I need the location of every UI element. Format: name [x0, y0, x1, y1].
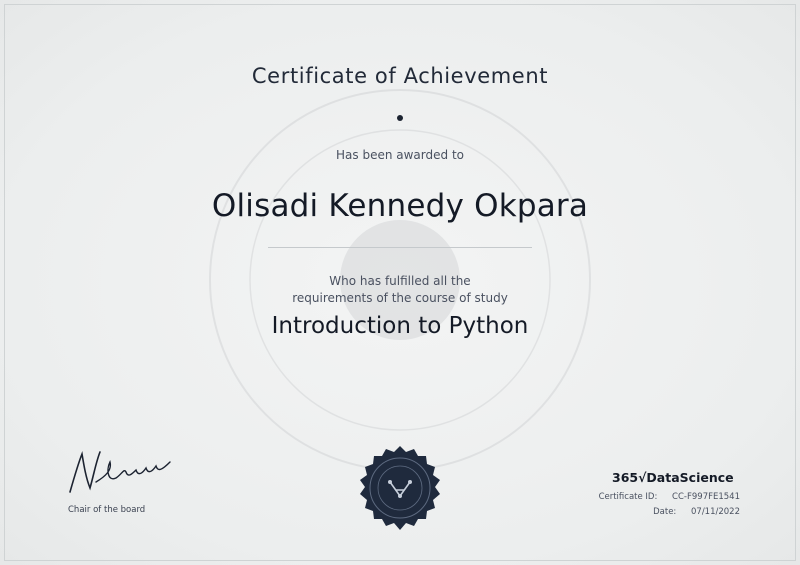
date-row: Date: 07/11/2022 — [590, 507, 740, 517]
certificate-id-value: CC-F997FE1541 — [672, 492, 740, 502]
certificate-page: Certificate of Achievement Has been awar… — [0, 0, 800, 565]
title-dot-icon — [397, 115, 403, 121]
awarded-text: Has been awarded to — [336, 148, 464, 162]
issuer-logo: 365√DataScience — [612, 470, 734, 485]
date-label: Date: — [653, 507, 677, 517]
certificate-title: Certificate of Achievement — [251, 64, 549, 88]
seal-icon — [360, 446, 440, 530]
recipient-name: Olisadi Kennedy Okpara — [211, 188, 589, 224]
date-value: 07/11/2022 — [691, 507, 740, 517]
certificate-id-row: Certificate ID: CC-F997FE1541 — [590, 492, 740, 502]
certificate-id-label: Certificate ID: — [598, 492, 658, 502]
course-name: Introduction to Python — [271, 313, 529, 339]
name-divider — [268, 247, 532, 248]
signature-icon — [69, 451, 171, 493]
fulfilled-text: Who has fulfilled all the requirements o… — [0, 273, 800, 307]
fulfilled-line-1: Who has fulfilled all the — [329, 274, 471, 288]
fulfilled-line-2: requirements of the course of study — [292, 291, 508, 305]
signatory-role: Chair of the board — [68, 505, 146, 515]
